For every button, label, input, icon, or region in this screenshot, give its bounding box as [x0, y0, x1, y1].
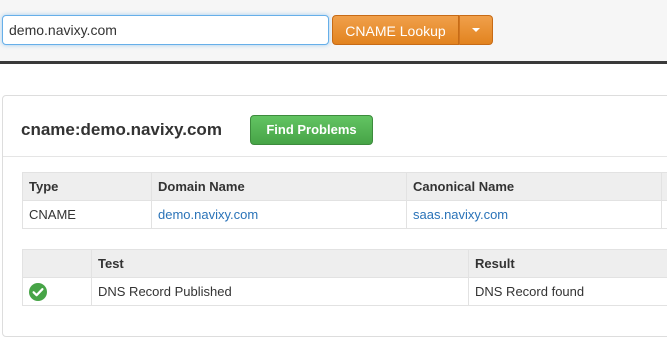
check-circle-icon — [29, 283, 47, 301]
domain-name-cell: demo.navixy.com — [152, 201, 407, 229]
domain-name-link[interactable]: demo.navixy.com — [158, 207, 258, 222]
record-table: Type Domain Name Canonical Name CNAME de… — [22, 172, 667, 229]
domain-search-input[interactable] — [2, 15, 329, 45]
canonical-name-cell: saas.navixy.com — [407, 201, 662, 229]
cname-lookup-button[interactable]: CNAME Lookup — [332, 15, 459, 45]
column-header-test: Test — [92, 250, 469, 278]
filler-cell — [662, 201, 667, 229]
test-result-cell: DNS Record found — [469, 278, 667, 306]
search-bar: CNAME Lookup — [0, 0, 667, 64]
table-row: CNAME demo.navixy.com saas.navixy.com — [23, 201, 667, 229]
column-header-type: Type — [23, 173, 152, 201]
record-type-cell: CNAME — [23, 201, 152, 229]
record-table-header-row: Type Domain Name Canonical Name — [23, 173, 667, 201]
result-title: cname:demo.navixy.com — [21, 120, 222, 140]
column-header-status — [23, 250, 92, 278]
test-table-header-row: Test Result — [23, 250, 667, 278]
lookup-type-dropdown-button[interactable] — [459, 15, 493, 45]
column-header-result: Result — [469, 250, 667, 278]
panel-divider — [3, 156, 667, 157]
canonical-name-link[interactable]: saas.navixy.com — [413, 207, 508, 222]
test-name-cell: DNS Record Published — [92, 278, 469, 306]
column-header-domain-name: Domain Name — [152, 173, 407, 201]
status-cell — [23, 278, 92, 306]
test-results-table: Test Result DNS Record Published DNS Rec… — [22, 249, 667, 306]
column-header-filler — [662, 173, 667, 201]
column-header-canonical-name: Canonical Name — [407, 173, 662, 201]
table-row: DNS Record Published DNS Record found — [23, 278, 667, 306]
find-problems-button[interactable]: Find Problems — [250, 115, 373, 145]
caret-down-icon — [472, 28, 480, 32]
